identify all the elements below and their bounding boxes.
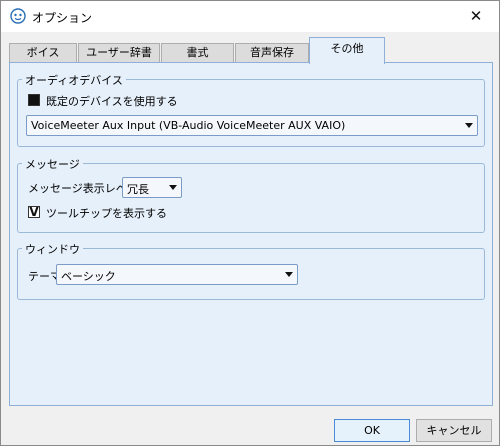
audio-device-select[interactable]: VoiceMeeter Aux Input (VB-Audio VoiceMee…: [26, 115, 478, 136]
tab-label: その他: [330, 42, 364, 55]
tab-label: ユーザー辞書: [86, 46, 152, 59]
group-title: オーディオデバイス: [22, 72, 126, 88]
window-group: ウィンドウ テーマ ベーシック: [17, 241, 485, 300]
show-tooltip-label: ツールチップを表示する: [46, 207, 167, 220]
chevron-down-icon: [465, 123, 473, 128]
show-tooltip-checkbox[interactable]: V: [28, 206, 40, 218]
tab-label: ボイス: [26, 46, 60, 59]
cancel-button-label: キャンセル: [426, 424, 482, 437]
check-icon: V: [29, 205, 39, 219]
chevron-down-icon: [285, 272, 293, 277]
theme-select[interactable]: ベーシック: [56, 264, 298, 285]
close-button[interactable]: ✕: [453, 1, 499, 32]
app-icon: [10, 8, 26, 24]
tab-voice[interactable]: ボイス: [9, 43, 77, 63]
ok-button-label: OK: [364, 424, 380, 437]
tab-label: 書式: [186, 46, 209, 59]
tab-format[interactable]: 書式: [161, 43, 234, 63]
theme-value: ベーシック: [61, 270, 116, 283]
audio-device-group: オーディオデバイス 既定のデバイスを使用する VoiceMeeter Aux I…: [17, 72, 485, 147]
cancel-button[interactable]: キャンセル: [416, 419, 492, 442]
use-default-device-label: 既定のデバイスを使用する: [46, 95, 178, 108]
close-icon: ✕: [469, 7, 483, 25]
message-group: メッセージ メッセージ表示レベル 冗長 V ツールチップを表示する: [17, 156, 485, 233]
options-dialog: オプション ✕ ボイス ユーザー辞書 書式 音声保存 その他 オーディオデバイス…: [0, 0, 500, 446]
tab-panel-other: オーディオデバイス 既定のデバイスを使用する VoiceMeeter Aux I…: [9, 62, 493, 406]
audio-device-value: VoiceMeeter Aux Input (VB-Audio VoiceMee…: [31, 119, 346, 132]
tab-other[interactable]: その他: [309, 37, 385, 64]
group-title: ウィンドウ: [22, 241, 83, 257]
ok-button[interactable]: OK: [334, 419, 410, 442]
tab-user-dictionary[interactable]: ユーザー辞書: [78, 43, 160, 63]
window-title: オプション: [32, 11, 93, 25]
use-default-device-checkbox[interactable]: [28, 94, 40, 106]
message-level-select[interactable]: 冗長: [122, 177, 182, 198]
message-level-value: 冗長: [127, 183, 149, 196]
chevron-down-icon: [169, 185, 177, 190]
group-title: メッセージ: [22, 156, 83, 172]
tab-label: 音声保存: [250, 46, 294, 59]
title-bar[interactable]: オプション ✕: [1, 1, 499, 32]
tab-audio-save[interactable]: 音声保存: [235, 43, 309, 63]
